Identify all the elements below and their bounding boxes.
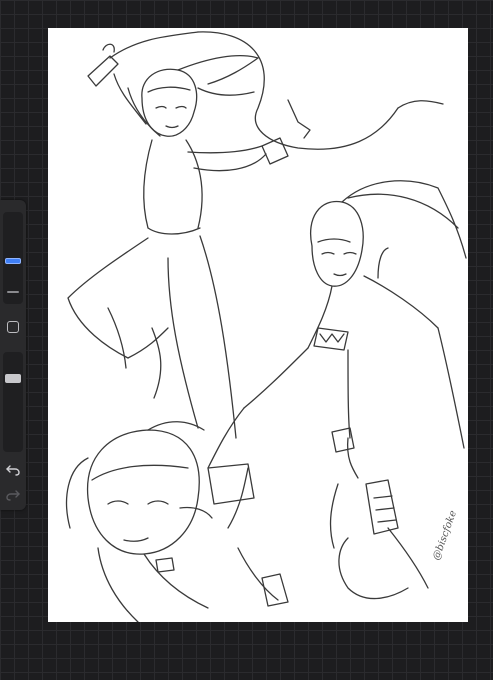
brush-opacity-slider[interactable]: [3, 352, 23, 452]
sketch-artwork: [65, 31, 467, 622]
redo-arrow-icon[interactable]: [5, 487, 21, 503]
left-sidebar-toolbar: [0, 200, 26, 510]
undo-arrow-icon[interactable]: [5, 462, 21, 478]
brush-size-thumb[interactable]: [5, 258, 21, 264]
brush-size-marker: [7, 291, 19, 293]
workspace-background: @biscfoke: [0, 0, 493, 680]
brush-opacity-thumb[interactable]: [5, 374, 21, 383]
square-modify-icon[interactable]: [7, 321, 19, 333]
drawing-canvas[interactable]: @biscfoke: [48, 28, 468, 622]
brush-size-slider[interactable]: [3, 212, 23, 304]
